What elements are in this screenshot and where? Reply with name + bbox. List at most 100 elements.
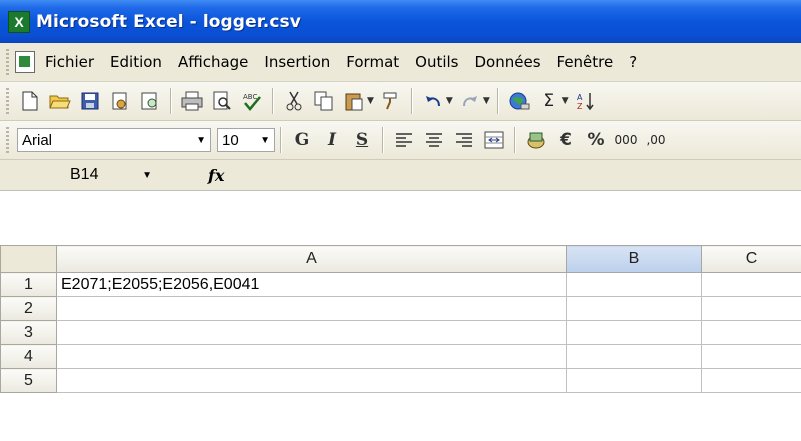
- menu-format[interactable]: Format: [346, 53, 399, 71]
- spelling-icon[interactable]: ABC: [239, 88, 265, 114]
- name-box[interactable]: B14 ▼: [0, 163, 168, 187]
- row-header-4[interactable]: 4: [0, 344, 57, 369]
- toolbar-separator: [496, 88, 499, 114]
- permission-icon[interactable]: [107, 88, 133, 114]
- new-document-icon[interactable]: [17, 88, 43, 114]
- cell-c1[interactable]: [701, 272, 801, 297]
- toolbar-separator: [280, 127, 282, 153]
- toolbar-separator: [170, 88, 172, 114]
- chevron-down-icon[interactable]: ▼: [196, 135, 206, 146]
- redo-icon[interactable]: [457, 88, 483, 114]
- toolbar-grip[interactable]: [6, 127, 9, 153]
- menu-fichier[interactable]: Fichier: [45, 53, 94, 71]
- copy-icon[interactable]: [311, 88, 337, 114]
- formula-bar: B14 ▼ fx: [0, 160, 801, 191]
- font-name-value: Arial: [22, 131, 53, 149]
- select-all-corner[interactable]: [0, 245, 57, 273]
- standard-toolbar: ABC ▼ ▼ ▼ Σ ▼ AZ: [0, 82, 801, 121]
- thousands-separator-button[interactable]: 000: [613, 127, 639, 153]
- research-icon[interactable]: [137, 88, 163, 114]
- toolbar-grip[interactable]: [6, 88, 9, 114]
- cell-a3[interactable]: [56, 320, 567, 345]
- redo-dropdown-arrow[interactable]: ▼: [483, 96, 490, 106]
- menu-help[interactable]: ?: [629, 53, 637, 71]
- svg-text:Z: Z: [577, 102, 583, 111]
- formula-input[interactable]: [236, 163, 801, 187]
- undo-icon[interactable]: [420, 88, 446, 114]
- open-folder-icon[interactable]: [47, 88, 73, 114]
- print-preview-icon[interactable]: [209, 88, 235, 114]
- cut-icon[interactable]: [281, 88, 307, 114]
- sort-ascending-icon[interactable]: AZ: [573, 88, 599, 114]
- increase-decimal-button[interactable]: ,00: [643, 127, 669, 153]
- autosum-dropdown-arrow[interactable]: ▼: [562, 96, 569, 106]
- name-box-value: B14: [70, 166, 99, 183]
- align-right-icon[interactable]: [451, 127, 477, 153]
- menu-bar: Fichier Edition Affichage Insertion Form…: [0, 43, 801, 82]
- toolbar-separator: [410, 88, 413, 114]
- column-header-a[interactable]: A: [56, 245, 567, 273]
- save-icon[interactable]: [77, 88, 103, 114]
- formatting-toolbar: Arial ▼ 10 ▼ G I S € % 000 ,00: [0, 121, 801, 160]
- row-header-1[interactable]: 1: [0, 272, 57, 297]
- toolbar-separator: [382, 127, 384, 153]
- column-header-c[interactable]: C: [701, 245, 801, 273]
- spreadsheet-grid: A B C 1 E2071;E2055;E2056,E0041 2 3 4 5: [0, 245, 801, 393]
- row-header-2[interactable]: 2: [0, 296, 57, 321]
- underline-button[interactable]: S: [349, 127, 375, 153]
- align-center-icon[interactable]: [421, 127, 447, 153]
- bold-button[interactable]: G: [289, 127, 315, 153]
- window-title: Microsoft Excel - logger.csv: [36, 11, 301, 32]
- row-header-5[interactable]: 5: [0, 368, 57, 393]
- paste-dropdown-arrow[interactable]: ▼: [367, 96, 374, 106]
- cell-a1[interactable]: E2071;E2055;E2056,E0041: [56, 272, 567, 297]
- svg-text:ABC: ABC: [243, 93, 257, 101]
- align-left-icon[interactable]: [391, 127, 417, 153]
- title-bar: X Microsoft Excel - logger.csv: [0, 0, 801, 43]
- chevron-down-icon[interactable]: ▼: [260, 135, 270, 146]
- cell-c4[interactable]: [701, 344, 801, 369]
- cell-a5[interactable]: [56, 368, 567, 393]
- cell-c3[interactable]: [701, 320, 801, 345]
- insert-function-button[interactable]: fx: [208, 166, 224, 185]
- menu-affichage[interactable]: Affichage: [178, 53, 248, 71]
- cell-c5[interactable]: [701, 368, 801, 393]
- italic-button[interactable]: I: [319, 127, 345, 153]
- menu-donnees[interactable]: Données: [475, 53, 541, 71]
- cell-b4[interactable]: [566, 344, 702, 369]
- format-painter-icon[interactable]: [378, 88, 404, 114]
- workbook-control-icon[interactable]: [15, 51, 35, 73]
- column-header-b[interactable]: B: [566, 245, 702, 273]
- euro-button[interactable]: €: [553, 127, 579, 153]
- print-icon[interactable]: [179, 88, 205, 114]
- menu-insertion[interactable]: Insertion: [264, 53, 330, 71]
- currency-style-icon[interactable]: [523, 127, 549, 153]
- row-header-3[interactable]: 3: [0, 320, 57, 345]
- cell-b1[interactable]: [566, 272, 702, 297]
- cell-b3[interactable]: [566, 320, 702, 345]
- font-size-select[interactable]: 10 ▼: [217, 128, 275, 152]
- cell-b2[interactable]: [566, 296, 702, 321]
- hyperlink-icon[interactable]: [506, 88, 532, 114]
- font-size-value: 10: [222, 131, 239, 149]
- chevron-down-icon[interactable]: ▼: [142, 170, 152, 181]
- autosum-button[interactable]: Σ: [536, 88, 562, 114]
- undo-dropdown-arrow[interactable]: ▼: [446, 96, 453, 106]
- menu-fenetre[interactable]: Fenêtre: [557, 53, 614, 71]
- cell-a2[interactable]: [56, 296, 567, 321]
- menu-outils[interactable]: Outils: [415, 53, 458, 71]
- merge-center-icon[interactable]: [481, 127, 507, 153]
- paste-icon[interactable]: [341, 88, 367, 114]
- sheet-area-spacer: [0, 190, 801, 246]
- toolbar-separator: [514, 127, 516, 153]
- toolbar-grip[interactable]: [6, 49, 9, 75]
- excel-app-icon[interactable]: X: [8, 10, 30, 33]
- cell-a4[interactable]: [56, 344, 567, 369]
- menu-edition[interactable]: Edition: [110, 53, 162, 71]
- cell-c2[interactable]: [701, 296, 801, 321]
- cell-b5[interactable]: [566, 368, 702, 393]
- toolbar-separator: [272, 88, 274, 114]
- font-name-select[interactable]: Arial ▼: [17, 128, 211, 152]
- percent-style-button[interactable]: %: [583, 127, 609, 153]
- svg-text:A: A: [577, 93, 583, 102]
